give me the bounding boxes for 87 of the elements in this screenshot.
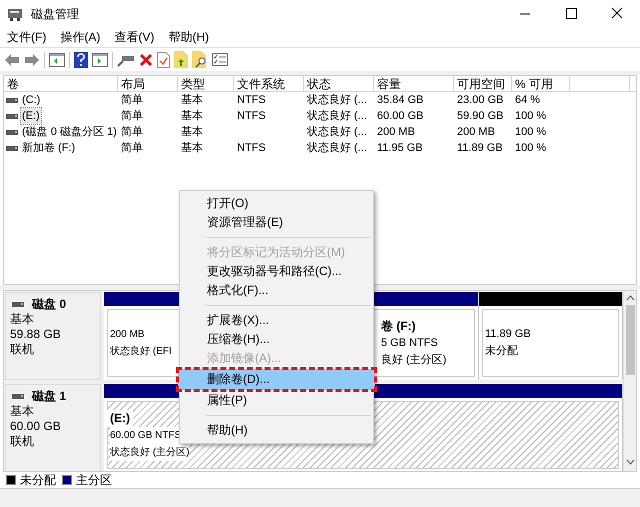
table-cell-text: 100 %: [515, 125, 546, 140]
column-header[interactable]: 状态: [304, 76, 374, 92]
scroll-up-icon[interactable]: [626, 295, 634, 301]
disk-detail: 联机: [10, 342, 35, 357]
table-cell-text: 状态良好 (...: [307, 92, 367, 108]
table-cell-text: 23.00 GB: [457, 93, 504, 108]
volume-name[interactable]: (E:): [21, 108, 41, 124]
menu-item[interactable]: 删除卷(D)...: [178, 369, 375, 390]
table-cell-text: 简单: [121, 125, 143, 140]
unallocated-space[interactable]: 11.89 GB 未分配: [479, 292, 623, 380]
disk-info-panel[interactable]: 磁盘 0 基本 59.88 GB 联机: [5, 292, 101, 380]
disk-name: 磁盘 1: [32, 389, 66, 404]
table-cell-text: 简单: [121, 93, 143, 108]
window-title: 磁盘管理: [31, 6, 79, 23]
column-header[interactable]: % 可用: [512, 76, 570, 92]
disk-detail: 基本: [10, 312, 35, 327]
legend-label: 主分区: [76, 472, 112, 489]
table-cell-text: 11.89 GB: [457, 141, 503, 156]
menu-item[interactable]: 帮助(H): [180, 421, 373, 440]
disk-detail: 60.00 GB: [10, 419, 62, 434]
table-cell-text: NTFS: [237, 109, 266, 124]
table-cell-text: NTFS: [237, 93, 266, 108]
table-cell-text: 基本: [181, 125, 203, 140]
table-cell-text: 64 %: [515, 93, 540, 108]
drive-icon: [6, 98, 18, 102]
table-cell-text: 简单: [121, 109, 143, 124]
menu-item[interactable]: 帮助(H): [164, 28, 213, 46]
legend-label: 未分配: [20, 472, 56, 489]
panel-icon[interactable]: [49, 52, 65, 66]
volume-name[interactable]: (C:): [21, 92, 42, 108]
drive-icon: [6, 130, 18, 134]
table-cell-text: 基本: [181, 141, 203, 156]
back-arrow-icon[interactable]: [4, 52, 20, 66]
partition-detail: 状态良好 (主分区): [110, 444, 190, 460]
table-cell-text: 59.90 GB: [457, 109, 504, 124]
menu-item[interactable]: 更改驱动器号和路径(C)...: [180, 262, 373, 281]
table-cell-text: 状态良好 (...: [307, 140, 367, 156]
table-cell-text: 100 %: [515, 141, 546, 156]
panel-icon[interactable]: [92, 52, 108, 66]
column-header[interactable]: 文件系统: [234, 76, 304, 92]
menu-item[interactable]: 文件(F): [3, 28, 50, 46]
volume-name[interactable]: 新加卷 (F:): [21, 140, 76, 156]
help-icon[interactable]: [74, 52, 88, 68]
delete-icon[interactable]: [139, 52, 153, 66]
table-cell-text: 100 %: [515, 109, 546, 124]
disk-detail: 基本: [10, 404, 35, 419]
table-cell-text: 简单: [121, 141, 143, 156]
scroll-down-icon[interactable]: [626, 459, 634, 465]
table-cell-text: 35.84 GB: [377, 93, 424, 108]
menu-item[interactable]: 打开(O): [180, 194, 373, 213]
folder-search-icon[interactable]: [192, 51, 208, 68]
drive-icon: [12, 302, 24, 307]
menu-item[interactable]: 资源管理器(E): [180, 213, 373, 232]
column-header[interactable]: 卷: [4, 76, 118, 92]
drive-icon: [12, 394, 24, 399]
column-header[interactable]: 可用空间: [454, 76, 512, 92]
column-header[interactable]: 容量: [374, 76, 454, 92]
drive-icon: [6, 114, 18, 118]
table-cell-text: 状态良好 (...: [307, 108, 367, 124]
disk-app-icon: [7, 7, 23, 21]
menu-item[interactable]: 操作(A): [56, 28, 104, 46]
disk-name: 磁盘 0: [32, 297, 66, 312]
partition-label: (E:): [107, 410, 133, 426]
disk-info-panel[interactable]: 磁盘 1 基本 60.00 GB 联机: [5, 384, 101, 471]
menu-item[interactable]: 查看(V): [110, 28, 158, 46]
column-header[interactable]: 布局: [118, 76, 178, 92]
table-cell-text: NTFS: [237, 141, 266, 156]
check-document-icon[interactable]: [157, 52, 170, 68]
table-cell-text: 60.00 GB: [377, 109, 424, 124]
disk-detail: 联机: [10, 434, 35, 449]
forward-arrow-icon[interactable]: [24, 52, 40, 66]
scroll-thumb[interactable]: [626, 305, 634, 375]
table-cell-text: 200 MB: [457, 125, 495, 140]
table-cell-text: 基本: [181, 93, 203, 108]
menu-item[interactable]: 属性(P): [180, 391, 373, 410]
table-cell-text: 200 MB: [377, 125, 415, 140]
disk-detail: 59.88 GB: [10, 327, 62, 342]
checklist-icon[interactable]: [212, 53, 228, 66]
table-cell-text: 状态良好 (...: [307, 124, 367, 140]
drive-icon: [6, 146, 18, 150]
table-cell-text: 基本: [181, 109, 203, 124]
table-cell-text: 11.95 GB: [377, 141, 423, 156]
volume-name[interactable]: (磁盘 0 磁盘分区 1): [21, 124, 118, 140]
column-header[interactable]: 类型: [178, 76, 234, 92]
partition-detail: 良好 (主分区): [381, 352, 446, 368]
scrollbar[interactable]: [623, 291, 636, 471]
folder-up-icon[interactable]: [174, 51, 188, 68]
